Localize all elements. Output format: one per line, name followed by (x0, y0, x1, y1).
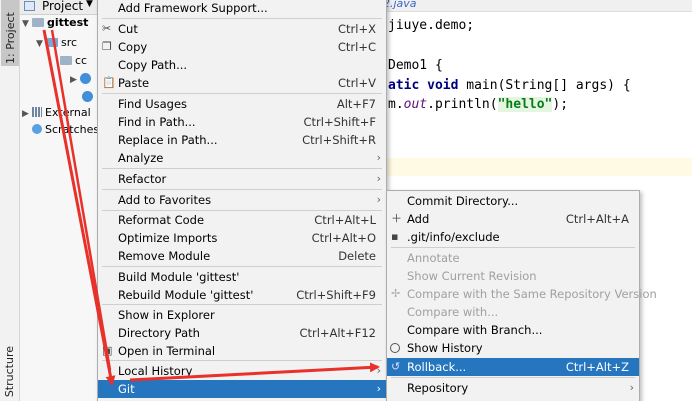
menu-separator (102, 189, 382, 190)
project-tool-tab[interactable]: 1: Project (1, 0, 19, 66)
library-icon (32, 107, 42, 117)
tree-item-src[interactable]: ▼ src (36, 34, 77, 52)
package-icon (60, 56, 72, 65)
git-item-gitinfo-exclude[interactable]: ▪ .git/info/exclude (387, 228, 639, 246)
chevron-right-icon: › (376, 172, 381, 185)
structure-tool-tab[interactable]: Structure (3, 346, 16, 397)
menu-item-git[interactable]: Git › (98, 380, 386, 398)
code-line-class: Demo1 { (388, 58, 443, 73)
menu-separator (102, 93, 382, 94)
chevron-down-icon[interactable]: ▼ (36, 35, 46, 53)
tree-item-class-1[interactable]: ▶ (70, 70, 91, 88)
code-line-println: m.out.println("hello"); (388, 97, 569, 112)
menu-item-optimize-imports[interactable]: Optimize Imports Ctrl+Alt+O (98, 229, 386, 247)
source-folder-icon (46, 38, 58, 47)
menu-item-add-framework[interactable]: Add Framework Support... (98, 0, 386, 17)
tree-item-scratches[interactable]: Scratches (32, 121, 99, 139)
tree-item-package[interactable]: cc (60, 52, 87, 70)
plus-icon: ＋ (391, 212, 402, 225)
chevron-right-icon: › (376, 382, 381, 395)
chevron-down-icon[interactable]: ▼ (22, 15, 32, 33)
chevron-down-icon[interactable]: ▼ (86, 0, 93, 9)
chevron-right-icon: › (376, 151, 381, 164)
chevron-right-icon: › (376, 364, 381, 377)
java-class-icon (82, 91, 93, 102)
menu-item-remove-module[interactable]: Remove Module Delete (98, 247, 386, 265)
menu-item-add-to-favorites[interactable]: Add to Favorites › (98, 191, 386, 209)
menu-separator (102, 304, 382, 305)
chevron-right-icon: › (629, 381, 634, 394)
editor-tab-strip (380, 0, 692, 12)
git-item-compare-same-repo[interactable]: ✢ Compare with the Same Repository Versio… (387, 285, 657, 303)
menu-separator (102, 168, 382, 169)
git-item-commit-directory[interactable]: Commit Directory... (387, 192, 639, 210)
clock-icon (390, 343, 400, 353)
git-item-add[interactable]: ＋ Add Ctrl+Alt+A (387, 210, 639, 228)
menu-item-replace-in-path[interactable]: Replace in Path... Ctrl+Shift+R (98, 131, 386, 149)
menu-separator (391, 247, 635, 248)
menu-item-rebuild-module[interactable]: Rebuild Module 'gittest' Ctrl+Shift+F9 (98, 286, 386, 304)
module-folder-icon (32, 18, 44, 27)
menu-item-copy[interactable]: ❐ Copy Ctrl+C (98, 38, 386, 56)
tree-item-external-libraries[interactable]: ▶ External (22, 104, 91, 122)
git-item-compare-with-branch[interactable]: Compare with Branch... (387, 321, 639, 339)
menu-separator (391, 377, 635, 378)
code-line-package: jiuye.demo; (388, 18, 475, 33)
current-line-highlight (380, 158, 692, 176)
copy-icon: ❐ (102, 40, 112, 53)
editor-tab[interactable]: 2.java (383, 0, 417, 10)
menu-item-refactor[interactable]: Refactor › (98, 170, 386, 188)
project-icon (24, 1, 35, 11)
compare-icon: ✢ (391, 287, 401, 300)
menu-item-show-in-explorer[interactable]: Show in Explorer (98, 306, 386, 324)
java-class-icon (80, 73, 91, 84)
code-line-main: atic void main(String[] args) { (388, 78, 631, 93)
chevron-right-icon[interactable]: ▶ (70, 71, 80, 89)
menu-item-find-in-path[interactable]: Find in Path... Ctrl+Shift+F (98, 113, 386, 131)
menu-separator (102, 266, 382, 267)
project-panel-header[interactable]: Project ▼ (20, 0, 98, 15)
menu-separator (102, 360, 382, 361)
menu-item-paste[interactable]: 📋 Paste Ctrl+V (98, 74, 386, 92)
paste-icon: 📋 (102, 76, 116, 89)
chevron-right-icon[interactable]: ▶ (22, 105, 32, 123)
menu-item-build-module[interactable]: Build Module 'gittest' (98, 268, 386, 286)
menu-item-analyze[interactable]: Analyze › (98, 149, 386, 167)
context-menu: Add Framework Support... ✂ Cut Ctrl+X ❐ Cop… (97, 0, 387, 401)
menu-separator (102, 18, 382, 19)
project-tool-tab-label: 1: Project (4, 12, 17, 64)
project-view-selector[interactable]: Project (42, 0, 83, 13)
git-item-show-current-revision[interactable]: Show Current Revision (387, 267, 639, 285)
terminal-icon: ▣ (102, 344, 113, 357)
git-item-compare-with[interactable]: Compare with... (387, 303, 639, 321)
menu-item-find-usages[interactable]: Find Usages Alt+F7 (98, 95, 386, 113)
left-tool-strip: 1: Project Structure (0, 0, 20, 401)
git-item-annotate[interactable]: Annotate (387, 249, 639, 267)
git-item-rollback[interactable]: ↺ Rollback... Ctrl+Alt+Z (387, 358, 639, 376)
git-item-repository[interactable]: Repository › (387, 379, 639, 397)
scratches-icon (32, 124, 42, 134)
menu-item-copy-path[interactable]: Copy Path... (98, 56, 386, 74)
scissors-icon: ✂ (102, 22, 112, 35)
menu-item-reformat-code[interactable]: Reformat Code Ctrl+Alt+L (98, 211, 386, 229)
git-item-show-history[interactable]: Show History (387, 339, 639, 357)
file-icon: ▪ (391, 230, 399, 243)
git-submenu: Commit Directory... ＋ Add Ctrl+Alt+A ▪ .git… (386, 190, 657, 401)
project-panel: ▼ gittest ▼ src cc ▶ ▶ External Scratches (20, 0, 99, 401)
rollback-icon: ↺ (391, 360, 401, 373)
menu-item-open-in-terminal[interactable]: ▣ Open in Terminal (98, 342, 386, 360)
menu-item-local-history[interactable]: Local History › (98, 362, 386, 380)
menu-item-directory-path[interactable]: Directory Path Ctrl+Alt+F12 (98, 324, 386, 342)
tree-item-gittest[interactable]: ▼ gittest (22, 14, 88, 32)
menu-item-cut[interactable]: ✂ Cut Ctrl+X (98, 20, 386, 38)
chevron-right-icon: › (376, 193, 381, 206)
